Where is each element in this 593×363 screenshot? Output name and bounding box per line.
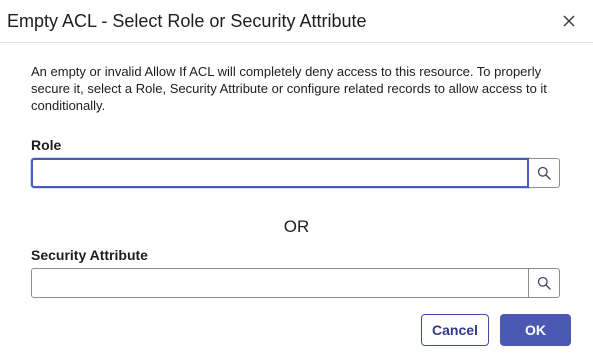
empty-acl-dialog: Empty ACL - Select Role or Security Attr… [0, 0, 593, 363]
dialog-header: Empty ACL - Select Role or Security Attr… [0, 0, 593, 43]
role-search-button[interactable] [529, 158, 560, 188]
security-attribute-search-button[interactable] [529, 268, 560, 298]
ok-button[interactable]: OK [500, 314, 571, 346]
search-icon [537, 166, 551, 180]
cancel-button[interactable]: Cancel [421, 314, 489, 346]
or-separator: OR [283, 217, 310, 236]
dialog-description: An empty or invalid Allow If ACL will co… [31, 64, 547, 113]
security-attribute-label: Security Attribute [31, 247, 148, 263]
search-icon [537, 276, 551, 290]
close-icon[interactable] [561, 13, 577, 29]
role-label: Role [31, 137, 62, 153]
security-attribute-input[interactable] [31, 268, 529, 298]
dialog-title: Empty ACL - Select Role or Security Attr… [7, 11, 367, 31]
role-input[interactable] [31, 158, 529, 188]
